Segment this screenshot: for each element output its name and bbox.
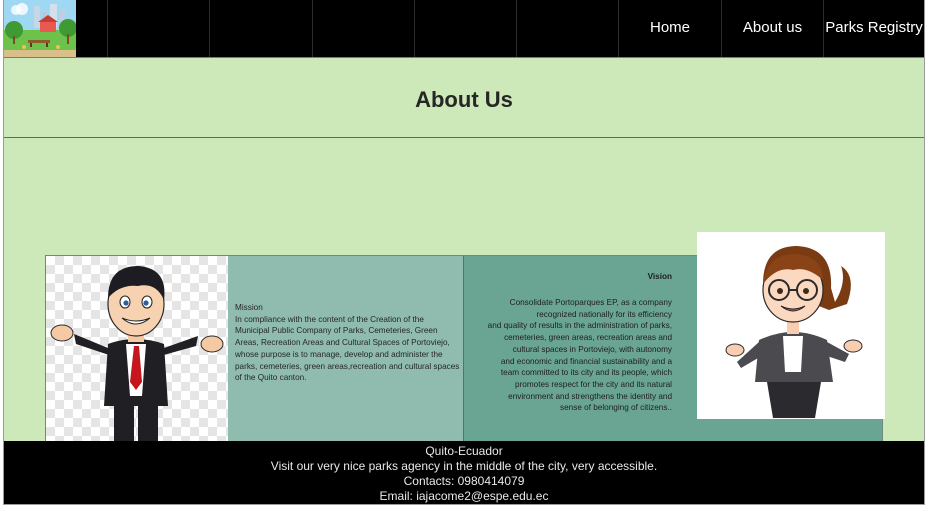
- vision-title: Vision: [647, 272, 672, 281]
- nav-about-us-link[interactable]: About us: [721, 0, 823, 57]
- footer-contacts: Contacts: 0980414079: [403, 474, 525, 488]
- title-section: About Us: [4, 57, 924, 138]
- page-footer: Quito-Ecuador Visit our very nice parks …: [4, 441, 924, 504]
- nav-spacer: [107, 0, 209, 57]
- page-title: About Us: [415, 87, 513, 112]
- businesswoman-illustration: [697, 232, 885, 419]
- footer-tagline: Visit our very nice parks agency in the …: [270, 459, 658, 473]
- businessman-illustration: [46, 256, 228, 442]
- nav-spacer: [414, 0, 516, 57]
- nav-home-link[interactable]: Home: [618, 0, 721, 57]
- mission-text: Mission In compliance with the content o…: [235, 302, 460, 384]
- park-logo-image[interactable]: [4, 0, 76, 57]
- nav-spacer: [312, 0, 414, 57]
- footer-email: Email: iajacome2@espe.edu.ec: [379, 489, 549, 503]
- nav-parks-registry-link[interactable]: Parks Registry: [823, 0, 924, 57]
- top-navbar: Home About us Parks Registry: [4, 0, 924, 58]
- nav-spacer: [516, 0, 618, 57]
- mission-panel: Mission In compliance with the content o…: [228, 256, 464, 442]
- footer-location: Quito-Ecuador: [425, 444, 503, 458]
- mission-title: Mission: [235, 303, 263, 312]
- page-frame: Home About us Parks Registry About Us Mi…: [3, 0, 925, 505]
- nav-spacer: [209, 0, 312, 57]
- mission-body: In compliance with the content of the Cr…: [235, 314, 460, 383]
- vision-body: Consolidate Portoparques EP, as a compan…: [487, 298, 672, 413]
